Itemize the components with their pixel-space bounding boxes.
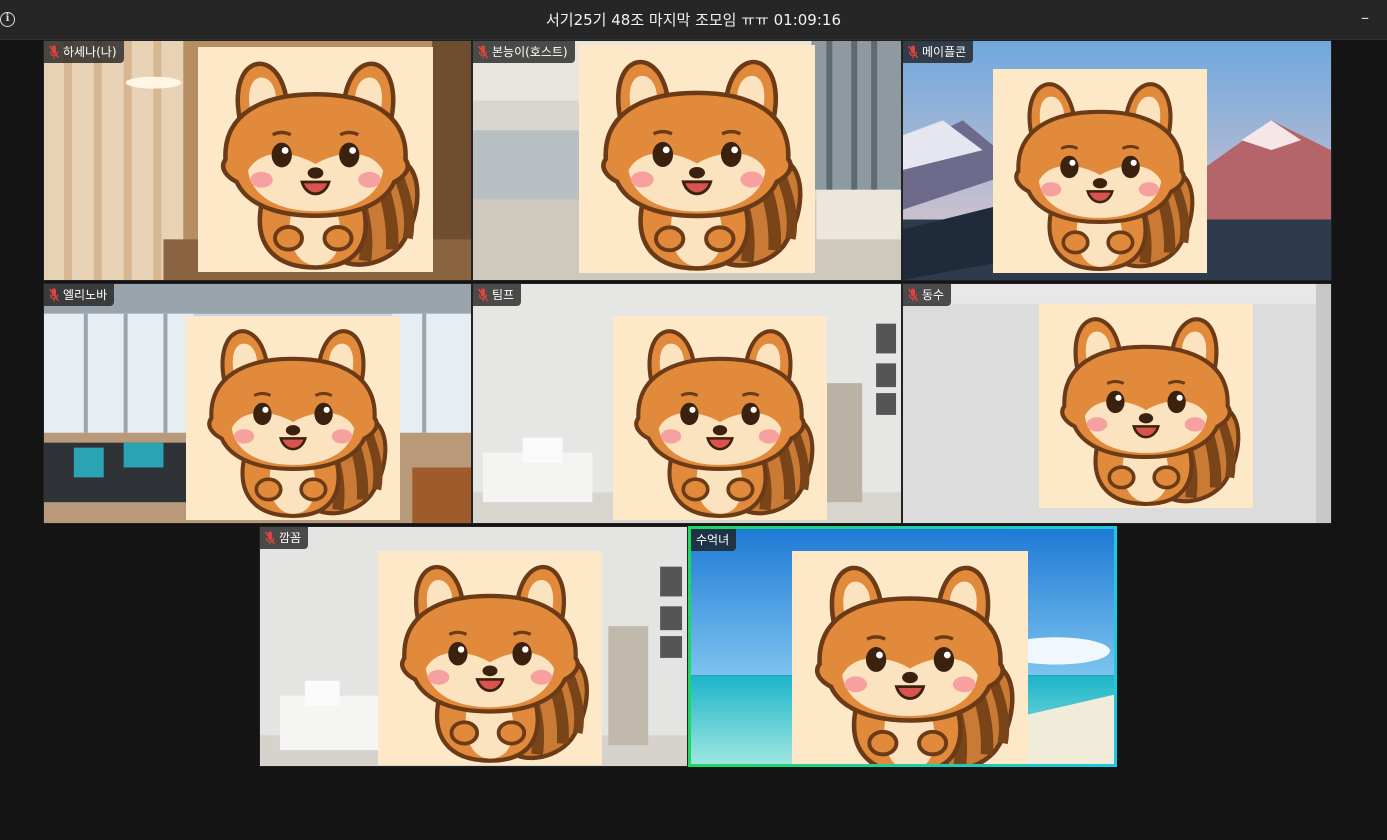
video-tile-7[interactable]: 깜꼼 [259, 526, 688, 767]
video-tile-4[interactable]: 엘리노바 [43, 283, 472, 524]
meeting-title: 서기25기 48조 마지막 조모임 ㅠㅠ 01:09:16 [546, 11, 841, 29]
mic-muted-icon [478, 288, 488, 302]
participant-name: 수억녀 [696, 533, 730, 547]
participant-name: 본능이(호스트) [492, 45, 568, 59]
participant-name-tag: 메이플콘 [903, 41, 974, 63]
minimize-button[interactable]: – [1357, 8, 1373, 28]
mic-muted-icon [265, 531, 275, 545]
participant-name-tag: 팀프 [473, 284, 522, 306]
mic-muted-icon [49, 288, 59, 302]
participant-name-tag: 하세나(나) [44, 41, 124, 63]
participant-name-tag: 엘리노바 [44, 284, 115, 306]
mic-muted-icon [908, 45, 918, 59]
participant-name-tag: 본능이(호스트) [473, 41, 575, 63]
participant-name-tag: 수억녀 [691, 529, 737, 551]
raccoon-avatar [186, 316, 400, 520]
mic-muted-icon [908, 288, 918, 302]
participant-name: 엘리노바 [63, 288, 108, 302]
participant-name-tag: 동수 [903, 284, 952, 306]
video-tile-1[interactable]: 하세나(나) [43, 40, 472, 281]
video-tile-2[interactable]: 본능이(호스트) [472, 40, 902, 281]
raccoon-avatar [993, 69, 1207, 273]
raccoon-avatar [792, 551, 1028, 764]
raccoon-avatar [613, 316, 827, 520]
title-bar: i 서기25기 48조 마지막 조모임 ㅠㅠ 01:09:16 – [0, 0, 1387, 40]
raccoon-avatar [1039, 304, 1253, 508]
raccoon-avatar [198, 47, 433, 272]
mic-muted-icon [49, 45, 59, 59]
raccoon-avatar [579, 45, 815, 273]
video-tile-8-speaking[interactable]: 수억녀 [688, 526, 1117, 767]
video-tile-6[interactable]: 동수 [902, 283, 1332, 524]
mic-muted-icon [478, 45, 488, 59]
video-tile-5[interactable]: 팀프 [472, 283, 902, 524]
participant-name: 팀프 [492, 288, 515, 302]
participant-name-tag: 깜꼼 [260, 527, 309, 549]
participant-name: 깜꼼 [279, 531, 302, 545]
participant-name: 하세나(나) [63, 45, 117, 59]
participant-name: 동수 [922, 288, 945, 302]
participant-name: 메이플콘 [922, 45, 967, 59]
raccoon-avatar [378, 551, 602, 765]
video-tile-3[interactable]: 메이플콘 [902, 40, 1332, 281]
